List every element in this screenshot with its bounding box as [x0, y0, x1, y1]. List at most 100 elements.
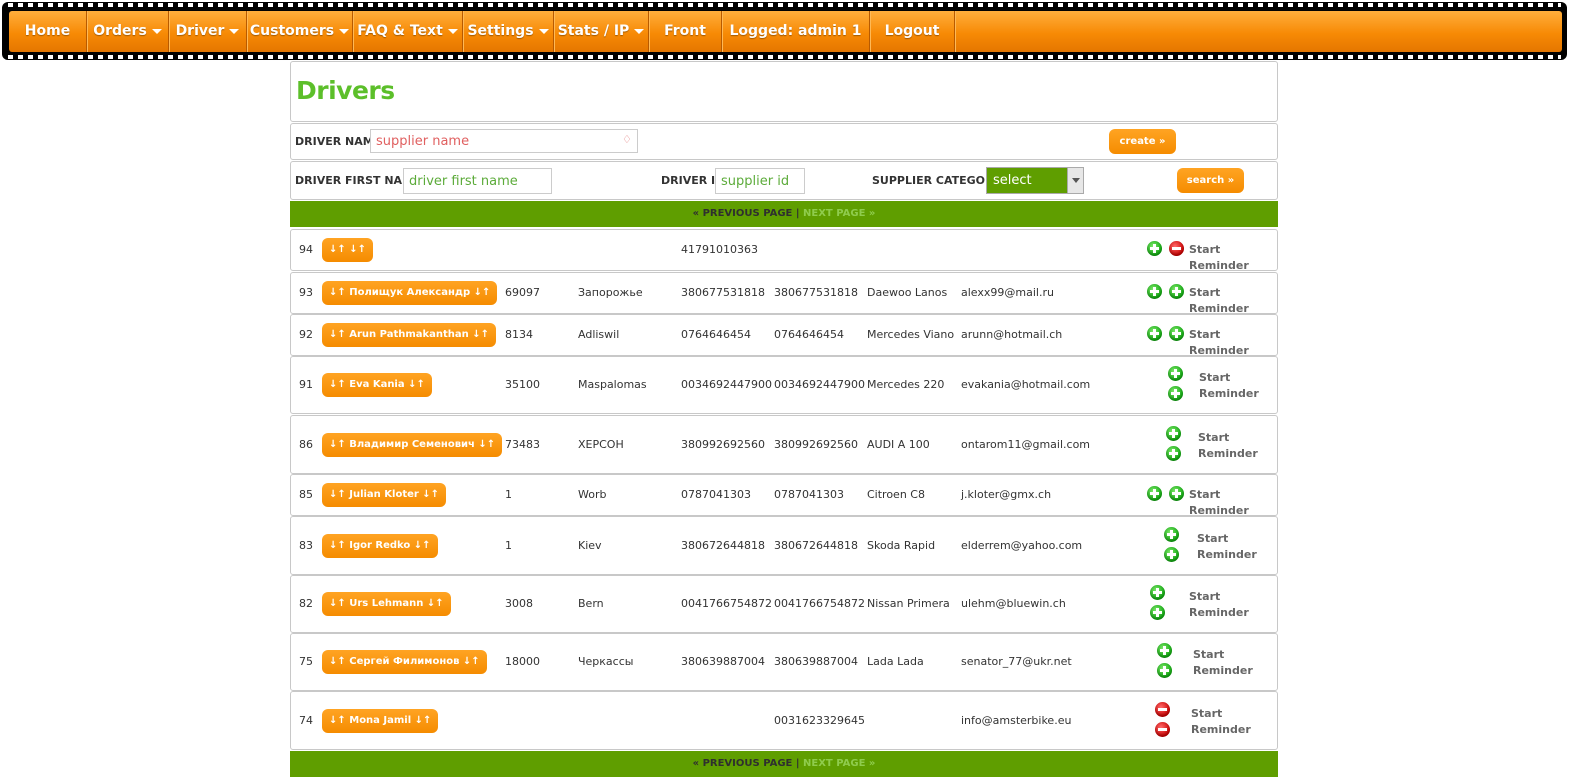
- nav-stats-ip-label: Stats / IP: [557, 23, 630, 39]
- previous-page-link[interactable]: « PREVIOUS PAGE: [693, 758, 793, 769]
- driver-name-button[interactable]: ↓↑ Eva Kania ↓↑: [322, 373, 432, 397]
- start-reminder-link[interactable]: Reminder: [1197, 547, 1257, 563]
- driver-id: 82: [299, 597, 313, 610]
- start-reminder-link[interactable]: Start: [1191, 706, 1222, 722]
- driver-phone: 0764646454: [681, 328, 751, 341]
- driver-name-label: DRIVER NAME: [295, 135, 382, 148]
- start-reminder-link[interactable]: Start: [1189, 589, 1220, 605]
- driver-id: 92: [299, 328, 313, 341]
- pager-separator: |: [792, 208, 804, 219]
- add-circle-icon[interactable]: [1166, 445, 1181, 461]
- driver-zip: 1: [505, 488, 512, 501]
- driver-first-name-input[interactable]: [403, 168, 552, 194]
- nav-customers-label: Customers: [249, 23, 335, 39]
- add-circle-icon[interactable]: [1169, 326, 1184, 341]
- driver-name-button[interactable]: ↓↑ Igor Redko ↓↑: [322, 533, 438, 558]
- driver-mobile: 0034692447900: [774, 378, 865, 391]
- remove-circle-icon[interactable]: [1169, 241, 1184, 256]
- remove-circle-icon[interactable]: [1155, 701, 1170, 717]
- driver-car: AUDI A 100: [867, 437, 930, 451]
- table-row: 94 ↓↑ ↓↑ 41791010363 Start Reminder: [290, 229, 1278, 274]
- driver-email: j.kloter@gmx.ch: [961, 488, 1052, 501]
- previous-page-link[interactable]: « PREVIOUS PAGE: [693, 208, 793, 219]
- driver-name-button[interactable]: ↓↑ Arun Pathmakanthan ↓↑: [322, 323, 497, 347]
- add-circle-icon[interactable]: [1150, 605, 1165, 620]
- chevron-down-icon: [339, 28, 350, 34]
- driver-id: 91: [299, 378, 313, 391]
- add-circle-icon[interactable]: [1150, 585, 1165, 600]
- nav-logout[interactable]: Logout: [870, 11, 955, 52]
- nav-orders[interactable]: Orders: [87, 11, 169, 52]
- driver-zip: 3008: [505, 597, 533, 610]
- driver-phone: 380677531818: [681, 286, 765, 299]
- driver-name-button[interactable]: ↓↑ Mona Jamil ↓↑: [322, 708, 439, 733]
- start-reminder-link[interactable]: Start Reminder: [1189, 242, 1277, 274]
- driver-email: elderrem@yahoo.com: [961, 538, 1083, 552]
- start-reminder-link[interactable]: Start: [1197, 531, 1228, 547]
- add-circle-icon[interactable]: [1169, 284, 1184, 299]
- driver-car: Daewoo Lanos: [867, 286, 948, 299]
- add-circle-icon[interactable]: [1157, 663, 1172, 678]
- driver-id: 83: [299, 538, 313, 552]
- driver-name-button[interactable]: ↓↑ Сергей Филимонов ↓↑: [322, 650, 487, 674]
- start-reminder-link[interactable]: Reminder: [1199, 386, 1259, 402]
- start-reminder-link[interactable]: Reminder: [1193, 663, 1253, 679]
- nav-driver[interactable]: Driver: [169, 11, 247, 52]
- add-circle-icon[interactable]: [1147, 486, 1162, 501]
- start-reminder-link[interactable]: Start: [1198, 430, 1229, 446]
- next-page-link[interactable]: NEXT PAGE »: [803, 758, 875, 769]
- start-reminder-link[interactable]: Start: [1193, 647, 1224, 663]
- chevron-down-icon: [151, 28, 162, 34]
- nav-home[interactable]: Home: [9, 11, 87, 52]
- nav-customers[interactable]: Customers: [247, 11, 353, 52]
- start-reminder-link[interactable]: Reminder: [1198, 446, 1258, 462]
- nav-settings[interactable]: Settings: [463, 11, 554, 52]
- driver-id: 93: [299, 286, 313, 299]
- driver-email: alexx99@mail.ru: [961, 286, 1054, 299]
- nav-faq-text[interactable]: FAQ & Text: [353, 11, 463, 52]
- next-page-link[interactable]: NEXT PAGE »: [803, 208, 875, 219]
- nav-bar: Home Orders Driver Customers FAQ & Text …: [9, 11, 1562, 52]
- driver-name-button[interactable]: ↓↑ Владимир Семенович ↓↑: [322, 432, 503, 457]
- nav-logged-user[interactable]: Logged: admin 1: [722, 11, 870, 52]
- driver-email: arunn@hotmail.ch: [961, 328, 1063, 341]
- driver-phone: 0787041303: [681, 488, 751, 501]
- nav-front[interactable]: Front: [649, 11, 722, 52]
- add-circle-icon[interactable]: [1147, 326, 1162, 341]
- add-circle-icon[interactable]: [1157, 643, 1172, 658]
- nav-settings-label: Settings: [467, 23, 534, 39]
- driver-id-input[interactable]: [715, 168, 805, 194]
- driver-name-button[interactable]: ↓↑ Полищук Александр ↓↑: [322, 281, 498, 305]
- add-circle-icon[interactable]: [1168, 386, 1183, 401]
- add-circle-icon[interactable]: [1164, 526, 1179, 542]
- add-circle-icon[interactable]: [1168, 366, 1183, 381]
- driver-car: Mercedes Viano: [867, 328, 955, 341]
- start-reminder-link[interactable]: Start Reminder: [1189, 487, 1277, 519]
- search-button[interactable]: search »: [1177, 168, 1244, 193]
- supplier-category-select[interactable]: select: [986, 167, 1084, 194]
- start-reminder-link[interactable]: Reminder: [1191, 722, 1251, 738]
- add-circle-icon[interactable]: [1147, 241, 1162, 256]
- page-title: Drivers: [296, 76, 395, 105]
- driver-name-input[interactable]: [370, 129, 638, 153]
- driver-mobile: 0764646454: [774, 328, 844, 341]
- start-reminder-link[interactable]: Reminder: [1189, 605, 1249, 621]
- driver-phone: 0034692447900: [681, 378, 772, 391]
- add-circle-icon[interactable]: [1147, 284, 1162, 299]
- chevron-down-icon: [634, 28, 645, 34]
- create-button[interactable]: create »: [1109, 129, 1176, 154]
- driver-name-button[interactable]: ↓↑ Urs Lehmann ↓↑: [322, 592, 451, 616]
- driver-name-button[interactable]: ↓↑ ↓↑: [322, 238, 373, 262]
- add-circle-icon[interactable]: [1169, 486, 1184, 501]
- add-circle-icon[interactable]: [1166, 425, 1181, 441]
- add-circle-icon[interactable]: [1164, 546, 1179, 562]
- start-reminder-link[interactable]: Start Reminder: [1189, 285, 1277, 317]
- table-row: 91 ↓↑ Eva Kania ↓↑ 35100 Maspalomas 00346924…: [290, 356, 1278, 414]
- driver-city: ХЕРСОН: [578, 437, 624, 451]
- driver-name-button[interactable]: ↓↑ Julian Kloter ↓↑: [322, 483, 447, 507]
- remove-circle-icon[interactable]: [1155, 721, 1170, 737]
- start-reminder-link[interactable]: Start: [1199, 370, 1230, 386]
- start-reminder-link[interactable]: Start Reminder: [1189, 327, 1277, 359]
- driver-zip: 8134: [505, 328, 533, 341]
- nav-stats-ip[interactable]: Stats / IP: [554, 11, 649, 52]
